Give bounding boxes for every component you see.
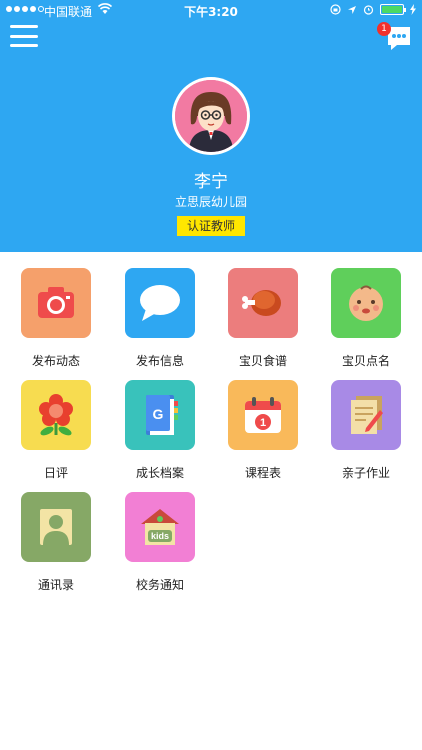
- notebook-icon: [351, 396, 383, 434]
- grid-item-label: 亲子作业: [341, 466, 390, 480]
- grid-item-post-message[interactable]: 发布信息: [115, 268, 205, 368]
- svg-text:kids: kids: [151, 531, 169, 541]
- grid-item-post-moment[interactable]: 发布动态: [11, 268, 101, 368]
- grid-item-contacts[interactable]: 通讯录: [11, 492, 101, 592]
- battery-icon: [380, 4, 406, 15]
- grid-item-label: 发布信息: [135, 354, 184, 368]
- grid-item-label: 发布动态: [31, 354, 80, 368]
- grid-item-timetable[interactable]: 1 课程表: [218, 380, 308, 480]
- grid-item-baby-recipe[interactable]: 宝贝食谱: [218, 268, 308, 368]
- camera-icon: [38, 287, 74, 318]
- flower-icon: [39, 394, 73, 436]
- certified-teacher-badge: 认证教师: [177, 216, 245, 236]
- svg-text:G: G: [153, 406, 164, 422]
- alarm-icon: [363, 5, 374, 15]
- location-icon: [348, 5, 356, 14]
- baby-face-icon: [349, 285, 383, 321]
- grid-item-baby-rollcall[interactable]: 宝贝点名: [321, 268, 411, 368]
- avatar[interactable]: [172, 77, 250, 155]
- grid-item-daily-review[interactable]: 日评: [11, 380, 101, 480]
- book-icon: G: [146, 395, 178, 435]
- school-name: 立思辰幼儿园: [174, 195, 247, 209]
- status-bar: 中国联通 下午3:20: [0, 0, 422, 22]
- profile-header: 中国联通 下午3:20 1 李宁 立思辰幼儿园 认证教师: [0, 0, 422, 252]
- chicken-leg-icon: [242, 290, 281, 316]
- grid-item-parent-homework[interactable]: 亲子作业: [321, 380, 411, 480]
- chat-bubble-icon: [140, 285, 180, 321]
- contact-icon: [40, 509, 72, 545]
- kids-house-icon: kids: [141, 509, 179, 545]
- notification-badge: 1: [377, 22, 391, 36]
- calendar-icon: 1: [245, 397, 281, 433]
- grid-item-label: 校务通知: [135, 578, 184, 592]
- tile: [21, 268, 91, 338]
- grid-item-label: 通讯录: [37, 578, 74, 592]
- charging-icon: [410, 4, 416, 15]
- grid-item-label: 宝贝食谱: [238, 354, 287, 368]
- grid-item-label: 课程表: [244, 466, 281, 480]
- grid-item-growth-archive[interactable]: G 成长档案: [115, 380, 205, 480]
- grid-item-label: 宝贝点名: [341, 354, 390, 368]
- menu-button[interactable]: [10, 25, 38, 47]
- grid-item-school-notice[interactable]: kids 校务通知: [115, 492, 205, 592]
- grid-item-label: 日评: [43, 466, 68, 480]
- teacher-avatar-icon: [175, 80, 247, 152]
- grid-item-label: 成长档案: [135, 466, 184, 480]
- orientation-lock-icon: [330, 4, 341, 15]
- svg-text:1: 1: [260, 417, 266, 429]
- user-name: 李宁: [194, 172, 228, 192]
